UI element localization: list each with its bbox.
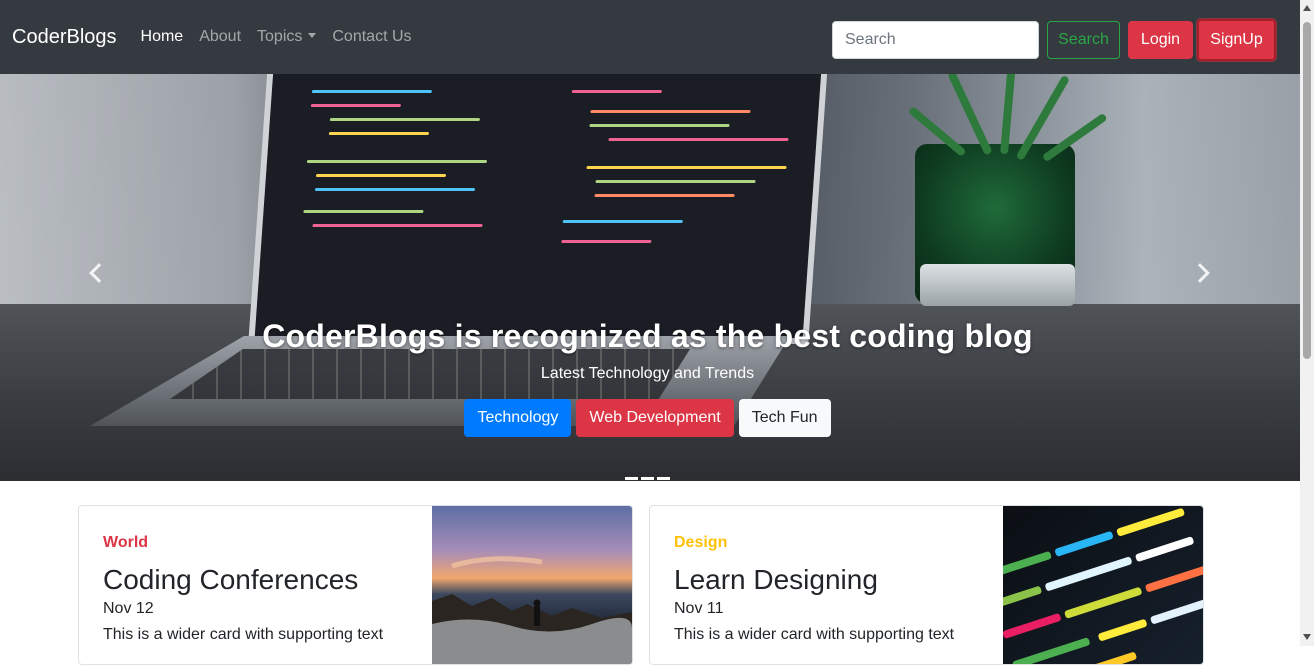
scroll-up-icon[interactable] [1303,5,1311,11]
nav-home-link[interactable]: Home [141,28,184,46]
carousel-indicators [625,477,670,480]
card-date: Nov 12 [103,600,154,617]
signup-button[interactable]: SignUp [1197,19,1276,61]
nav-topics-label: Topics [257,28,303,45]
nav-actions: Search Search Login SignUp [832,19,1276,61]
carousel-indicator[interactable] [625,477,638,480]
plant-base-image [920,264,1075,306]
nav-links: Home About Topics Contact Us [141,28,412,46]
card-title: Learn Designing [674,564,878,595]
carousel-title: CoderBlogs is recognized as the best cod… [262,318,1033,354]
card-body: Design Learn Designing Nov 11 This is a … [674,534,994,644]
card-image-beach [432,506,632,664]
brand-link[interactable]: CoderBlogs [12,26,117,49]
carousel-subtitle: Latest Technology and Trends [540,365,755,382]
technology-button[interactable]: Technology [464,399,572,437]
card-body: World Coding Conferences Nov 12 This is … [103,534,423,644]
code-screen-image [983,508,1203,664]
nav-contact-link[interactable]: Contact Us [332,28,411,46]
nav-topics-dropdown[interactable]: Topics [257,28,317,46]
carousel-indicator[interactable] [641,477,654,480]
blog-card[interactable]: World Coding Conferences Nov 12 This is … [78,505,633,665]
card-image-code [983,506,1203,664]
blog-cards: World Coding Conferences Nov 12 This is … [78,505,1218,665]
nav-about-link[interactable]: About [199,28,241,46]
card-category: World [103,534,149,551]
hero-carousel: CoderBlogs is recognized as the best cod… [0,74,1300,481]
scroll-thumb[interactable] [1303,22,1311,359]
page-scrollbar[interactable] [1300,0,1314,646]
card-category: Design [674,534,728,551]
beach-scene-image [432,556,632,664]
scroll-down-icon[interactable] [1303,634,1311,640]
card-text: This is a wider card with supporting tex… [103,626,384,643]
carousel-buttons: Technology Web Development Tech Fun [0,399,1295,437]
carousel-caption: CoderBlogs is recognized as the best cod… [0,318,1295,437]
search-input[interactable]: Search [832,21,1039,59]
card-date: Nov 11 [674,600,724,617]
search-button[interactable]: Search [1047,21,1120,59]
blog-card[interactable]: Design Learn Designing Nov 11 This is a … [649,505,1204,665]
login-button[interactable]: Login [1128,21,1193,59]
navbar: CoderBlogs Home About Topics Contact Us … [0,0,1300,74]
card-title: Coding Conferences [103,564,359,595]
carousel-indicator[interactable] [657,477,670,480]
card-text: This is a wider card with supporting tex… [674,626,955,643]
laptop-screen-image [248,74,828,344]
web-development-button[interactable]: Web Development [576,399,734,437]
caret-down-icon [308,33,317,38]
tech-fun-button[interactable]: Tech Fun [738,399,831,437]
